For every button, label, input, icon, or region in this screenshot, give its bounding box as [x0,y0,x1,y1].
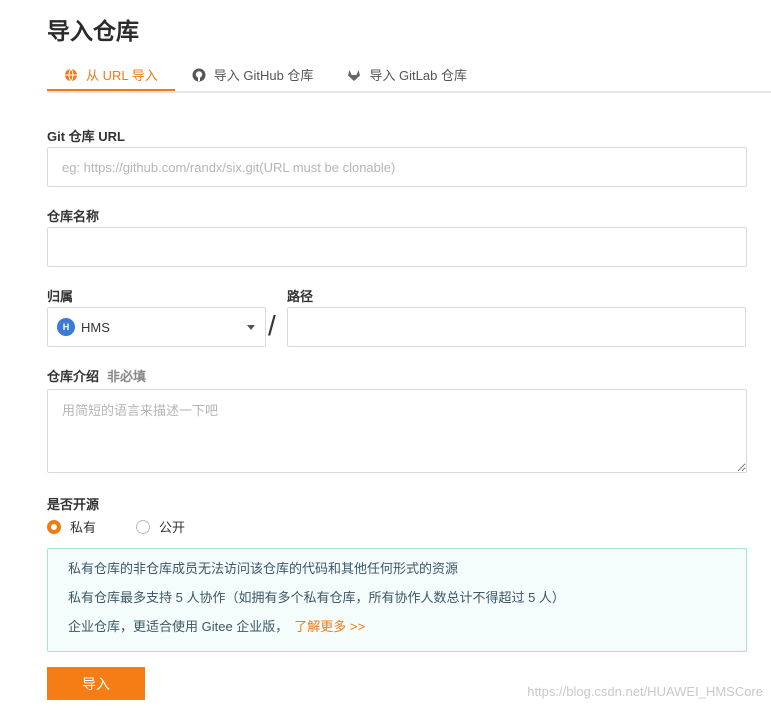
globe-icon [64,68,78,82]
notice-line: 企业仓库，更适合使用 Gitee 企业版， 了解更多 >> [68,619,726,635]
github-icon [192,68,206,82]
tab-gitlab-import[interactable]: 导入 GitLab 仓库 [330,60,484,89]
caret-down-icon [247,325,255,330]
visibility-label: 是否开源 [47,497,100,512]
watermark: https://blog.csdn.net/HUAWEI_HMSCore [527,684,763,699]
private-repo-notice: 私有仓库的非仓库成员无法访问该仓库的代码和其他任何形式的资源 私有仓库最多支持 … [47,548,747,652]
notice-line: 私有仓库最多支持 5 人协作（如拥有多个私有仓库，所有协作人数总计不得超过 5 … [68,590,565,605]
tab-label: 导入 GitHub 仓库 [213,68,314,83]
optional-hint: 非必填 [107,369,147,384]
notice-line: 私有仓库的非仓库成员无法访问该仓库的代码和其他任何形式的资源 [68,561,459,576]
import-button[interactable]: 导入 [47,667,145,700]
page-title: 导入仓库 [47,18,139,44]
notice-text: 企业仓库，更适合使用 Gitee 企业版， [68,619,289,634]
radio-label: 公开 [159,520,186,535]
radio-public[interactable]: 公开 [136,517,185,536]
path-input[interactable] [287,307,746,347]
description-label: 仓库介绍 非必填 [47,366,146,385]
tab-url-import[interactable]: 从 URL 导入 [47,60,175,91]
tab-label: 导入 GitLab 仓库 [369,68,467,83]
path-label: 路径 [287,289,314,304]
visibility-radio-group: 私有 公开 [47,517,225,536]
git-url-label: Git 仓库 URL [47,129,125,144]
gitlab-icon [347,68,361,82]
owner-label: 归属 [47,289,74,304]
repo-name-label: 仓库名称 [47,209,100,224]
radio-unchecked-icon [136,519,151,534]
git-url-input[interactable] [47,147,747,187]
radio-checked-icon [47,519,61,534]
description-label-text: 仓库介绍 [47,369,100,384]
avatar: H [57,318,75,336]
import-tabs: 从 URL 导入 导入 GitHub 仓库 导入 GitLab 仓库 [47,60,771,93]
path-separator: / [268,310,276,341]
owner-value: HMS [81,319,110,335]
repo-name-input[interactable] [47,227,747,267]
radio-private[interactable]: 私有 [47,517,96,536]
tab-label: 从 URL 导入 [86,68,158,83]
description-textarea[interactable] [47,389,747,473]
learn-more-link[interactable]: 了解更多 >> [294,619,365,634]
radio-label: 私有 [70,520,97,535]
owner-select[interactable]: H HMS [47,307,266,347]
tab-github-import[interactable]: 导入 GitHub 仓库 [175,60,331,89]
